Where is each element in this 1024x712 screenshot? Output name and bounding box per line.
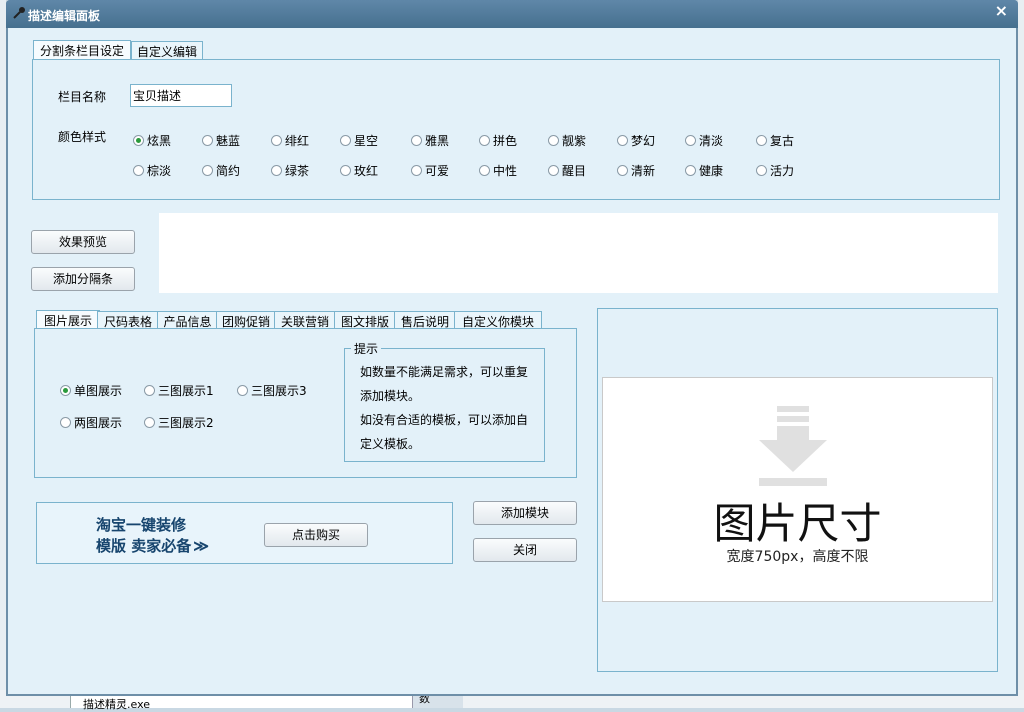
radio-icon: [756, 165, 767, 176]
preview-image-title: 图片尺寸: [713, 499, 882, 548]
hint-text: 如数量不能满足需求，可以重复 添加模块。 如没有合适的模板，可以添加自 定义模板…: [360, 365, 529, 451]
display-option-radio[interactable]: 三图展示3: [237, 382, 307, 399]
radio-icon: [548, 135, 559, 146]
color-style-radio[interactable]: 梦幻: [617, 132, 655, 149]
display-option-radio[interactable]: 三图展示2: [144, 414, 214, 431]
background-app-right: [1018, 0, 1024, 700]
color-style-radio[interactable]: 清新: [617, 162, 655, 179]
color-style-radio[interactable]: 可爱: [411, 162, 449, 179]
radio-icon: [237, 385, 248, 396]
radio-icon: [202, 135, 213, 146]
brush-icon: [13, 7, 25, 19]
color-style-radio[interactable]: 炫黑: [133, 132, 171, 149]
display-option-radio[interactable]: 单图展示: [60, 382, 122, 399]
radio-icon: [133, 135, 144, 146]
color-style-radio[interactable]: 醒目: [548, 162, 586, 179]
buy-button[interactable]: 点击购买: [264, 523, 368, 547]
color-style-radio[interactable]: 简约: [202, 162, 240, 179]
color-style-radio[interactable]: 健康: [685, 162, 723, 179]
radio-icon: [411, 135, 422, 146]
close-icon[interactable]: ×: [995, 1, 1008, 20]
color-style-radio[interactable]: 拼色: [479, 132, 517, 149]
color-style-radio[interactable]: 玫红: [340, 162, 378, 179]
radio-icon: [271, 135, 282, 146]
divider-preview-area: [159, 213, 998, 293]
radio-icon: [340, 135, 351, 146]
color-style-radio[interactable]: 清淡: [685, 132, 723, 149]
close-button[interactable]: 关闭: [473, 538, 577, 562]
radio-icon: [60, 385, 71, 396]
color-style-radio[interactable]: 中性: [479, 162, 517, 179]
color-style-radio[interactable]: 复古: [756, 132, 794, 149]
window-title: 描述编辑面板: [28, 9, 101, 23]
preview-image-subtitle: 宽度750px，高度不限: [726, 549, 869, 565]
radio-icon: [144, 385, 155, 396]
color-style-radio[interactable]: 靓紫: [548, 132, 586, 149]
preview-image: 图片尺寸 宽度750px，高度不限: [602, 377, 993, 602]
radio-icon: [479, 165, 490, 176]
radio-icon: [60, 417, 71, 428]
display-option-radio[interactable]: 两图展示: [60, 414, 122, 431]
color-style-radio[interactable]: 棕淡: [133, 162, 171, 179]
ad-line1: 淘宝一键装修: [96, 516, 187, 534]
column-name-label: 栏目名称: [58, 90, 107, 104]
radio-icon: [617, 165, 628, 176]
radio-icon: [144, 417, 155, 428]
radio-icon: [133, 165, 144, 176]
color-style-radio[interactable]: 绿茶: [271, 162, 309, 179]
radio-icon: [271, 165, 282, 176]
column-name-input[interactable]: [130, 84, 232, 107]
background-list-item: 描述精灵.exe: [70, 694, 414, 711]
radio-icon: [479, 135, 490, 146]
color-style-radio[interactable]: 雅黑: [411, 132, 449, 149]
radio-icon: [756, 135, 767, 146]
display-option-radio[interactable]: 三图展示1: [144, 382, 214, 399]
color-style-radio[interactable]: 星空: [340, 132, 378, 149]
radio-icon: [617, 135, 628, 146]
color-style-radio[interactable]: 魅蓝: [202, 132, 240, 149]
radio-icon: [340, 165, 351, 176]
ad-line2: 模版 卖家必备 ≫: [96, 537, 209, 555]
color-style-radio[interactable]: 绯红: [271, 132, 309, 149]
add-divider-button[interactable]: 添加分隔条: [31, 267, 135, 291]
hint-title: 提示: [351, 340, 382, 357]
radio-icon: [685, 165, 696, 176]
color-style-label: 颜色样式: [58, 130, 107, 144]
radio-icon: [685, 135, 696, 146]
radio-icon: [548, 165, 559, 176]
radio-icon: [202, 165, 213, 176]
color-style-radio[interactable]: 活力: [756, 162, 794, 179]
radio-icon: [411, 165, 422, 176]
add-module-button[interactable]: 添加模块: [473, 501, 577, 525]
download-arrow-icon: [759, 406, 827, 486]
preview-button[interactable]: 效果预览: [31, 230, 135, 254]
title-bar[interactable]: 描述编辑面板 ×: [6, 0, 1018, 28]
